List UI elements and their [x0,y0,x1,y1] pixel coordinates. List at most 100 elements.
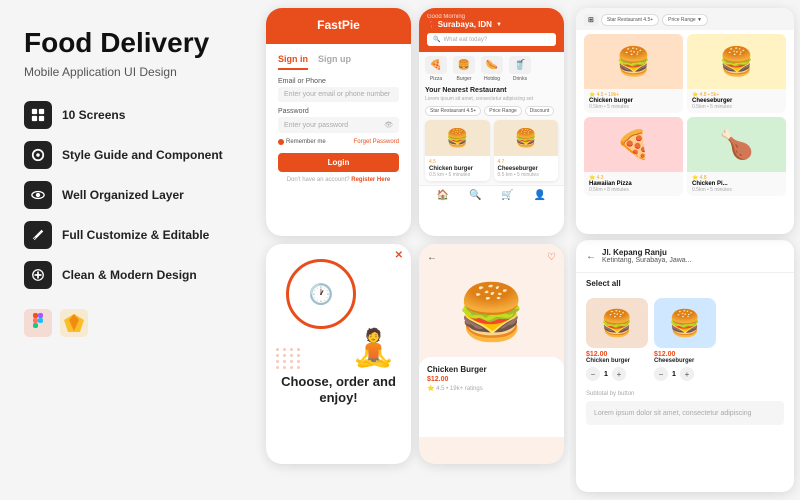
ds-item-chicken-burger[interactable]: 🍔 $12.00 Chicken burger − 1 + [586,298,648,381]
qty-plus-btn-2[interactable]: + [680,367,694,381]
burger-product-name: Chicken Burger [427,365,556,374]
lfs-card-chicken-pizza[interactable]: 🍗 ⭐ 4.8 Chicken Pi... 0.5km • 5 minutes [687,117,786,196]
lfs-price-chip[interactable]: Price Range ▼ [662,14,708,26]
chicken-burger-img: 🍔 [425,120,490,156]
filter-price[interactable]: Price Range [484,106,522,116]
filter-discount[interactable]: Discount [525,106,554,116]
food-card-cheeseburger[interactable]: 🍔 4.7 Cheeseburger 0.5 km • 5 minutes [494,120,559,181]
feature-layer-text: Well Organized Layer [62,188,184,202]
password-label: Password [278,108,399,115]
category-burger[interactable]: 🍔 Burger [453,56,475,82]
filter-star[interactable]: Star Restaurant 4.5+ [425,106,481,116]
middle-panel: FastPie Sign in Sign up Email or Phone E… [260,0,570,500]
bottom-nav: 🏠 🔍 🛒 👤 [419,185,564,205]
back-arrow-icon[interactable]: ← [427,252,437,263]
category-hotdog[interactable]: 🌭 Hotdog [481,56,503,82]
lfs-cheeseburger-img: 🍔 [687,34,786,89]
qty-minus-btn[interactable]: − [586,367,600,381]
cheeseburger-img: 🍔 [494,120,559,156]
search-nav-icon[interactable]: 🔍 [469,190,481,201]
lfs-hawaiian-img: 🍕 [584,117,683,172]
remember-checkbox[interactable] [278,139,284,145]
top-screens-row: FastPie Sign in Sign up Email or Phone E… [266,8,564,236]
heart-icon[interactable]: ♡ [547,252,556,263]
drinks-icon: 🥤 [509,56,531,74]
feature-item-customize: Full Customize & Editable [24,221,236,249]
cheeseburger-meta: 0.5 km • 5 minutes [498,172,555,178]
lfs-grid: 🍔 ⭐ 4.5 • 19k+ Chicken burger 0.5km • 5 … [576,30,794,200]
ds-cheese-qty-control: − 1 + [654,367,716,381]
drinks-label: Drinks [509,76,531,82]
eye-icon [24,181,52,209]
email-input[interactable]: Enter your email or phone number [278,87,399,102]
ds-cheese-name: Cheeseburger [654,358,716,364]
password-input[interactable]: Enter your password 👁 [278,117,399,133]
lfs-cb-meta: 0.5km • 5 minutes [589,104,678,110]
search-bar[interactable]: 🔍 What eat today? [427,33,556,46]
nearest-restaurant-title: Your Nearest Restaurant [425,87,558,94]
forgot-password[interactable]: Forget Password [354,139,399,145]
main-title: Food Delivery [24,28,236,59]
bottom-screens-row: ✕ 🕐 🧘 Choose, order and enjoy! ← [266,244,564,464]
lfs-filter: ⊞ Star Restaurant 4.5+ Price Range ▼ [584,14,786,26]
burger-label: Burger [453,76,475,82]
category-pizza[interactable]: 🍕 Pizza [425,56,447,82]
left-panel: Food Delivery Mobile Application UI Desi… [0,0,260,500]
qty-number: 1 [604,371,608,378]
ds-cb-qty-control: − 1 + [586,367,648,381]
burger-screen-header: ← ♡ [419,244,564,267]
login-button[interactable]: Login [278,153,399,172]
lfs-card-hawaiian[interactable]: 🍕 ⭐ 4.3 Hawaiian Pizza 0.5km • 8 minutes [584,117,683,196]
large-food-screen: ⊞ Star Restaurant 4.5+ Price Range ▼ 🍔 ⭐… [576,8,794,234]
ds-cheese-img: 🍔 [654,298,716,348]
chicken-burger-rating: 4.5 [429,159,486,165]
feature-screens-text: 10 Screens [62,108,125,122]
ds-cheese-price: $12.00 [654,351,716,358]
home-nav-icon[interactable]: 🏠 [437,190,449,201]
detail-screen: ← Jl. Kepang Ranju Ketintang, Surabaya, … [576,240,794,492]
dots-decoration [276,348,301,369]
lfs-chicken-burger-img: 🍔 [584,34,683,89]
hotdog-icon: 🌭 [481,56,503,74]
lfs-card-cheeseburger[interactable]: 🍔 ⭐ 4.8 • 5k+ Cheeseburger 0.5km • 5 min… [687,34,786,113]
burger-product-price: $12.00 [427,376,556,383]
burger-product-image: 🍔 [419,267,564,357]
ds-item-cheeseburger[interactable]: 🍔 $12.00 Cheeseburger − 1 + [654,298,716,381]
burger-product-rating: ⭐ 4.5 • 19k+ ratings [427,385,556,392]
lfs-card-chicken-burger[interactable]: 🍔 ⭐ 4.5 • 19k+ Chicken burger 0.5km • 5 … [584,34,683,113]
profile-nav-icon[interactable]: 👤 [534,190,546,201]
category-drinks[interactable]: 🥤 Drinks [509,56,531,82]
food-app-screen: Good Morning 📍 Surabaya, IDN ▼ 🔍 What ea… [419,8,564,236]
clock-icon: 🕐 [309,282,334,307]
food-categories: 🍕 Pizza 🍔 Burger 🌭 Hotdog 🥤 Drinks [425,56,558,82]
chevron-down-icon: ▼ [496,22,502,28]
subtotal-bar: Lorem ipsum dolor sit amet, consectetur … [586,401,784,425]
promo-screen: ✕ 🕐 🧘 Choose, order and enjoy! [266,244,411,464]
pizza-label: Pizza [425,76,447,82]
qty-minus-btn-2[interactable]: − [654,367,668,381]
edit-icon [24,221,52,249]
clock-illustration: 🕐 [286,259,356,329]
register-link[interactable]: Register Here [351,177,390,183]
signin-tab[interactable]: Sign in [278,54,308,70]
qty-plus-btn[interactable]: + [612,367,626,381]
ds-select-all[interactable]: Select all [576,273,794,294]
login-screen: FastPie Sign in Sign up Email or Phone E… [266,8,411,236]
ds-back-icon[interactable]: ← [586,251,596,262]
ds-cb-price: $12.00 [586,351,648,358]
search-icon: 🔍 [433,36,440,43]
lfs-hawaiian-meta: 0.5km • 8 minutes [589,187,678,193]
food-card-chicken-burger[interactable]: 🍔 4.5 Chicken burger 0.5 km • 5 minutes [425,120,490,181]
hotdog-label: Hotdog [481,76,503,82]
location-pin-icon: 📍 [427,21,436,29]
ds-items: 🍔 $12.00 Chicken burger − 1 + 🍔 $12.00 C… [576,294,794,385]
feature-item-layer: Well Organized Layer [24,181,236,209]
lfs-star-chip[interactable]: Star Restaurant 4.5+ [601,14,659,26]
lfs-cheese-meta: 0.5km • 5 minutes [692,104,781,110]
cart-nav-icon[interactable]: 🛒 [501,190,513,201]
food-app-body: 🍕 Pizza 🍔 Burger 🌭 Hotdog 🥤 Drinks [419,52,564,185]
login-options: Remember me Forget Password [278,139,399,145]
register-text: Don't have an account? Register Here [278,177,399,183]
ds-address-main: Jl. Kepang Ranju [602,248,667,257]
signup-tab[interactable]: Sign up [318,54,351,70]
